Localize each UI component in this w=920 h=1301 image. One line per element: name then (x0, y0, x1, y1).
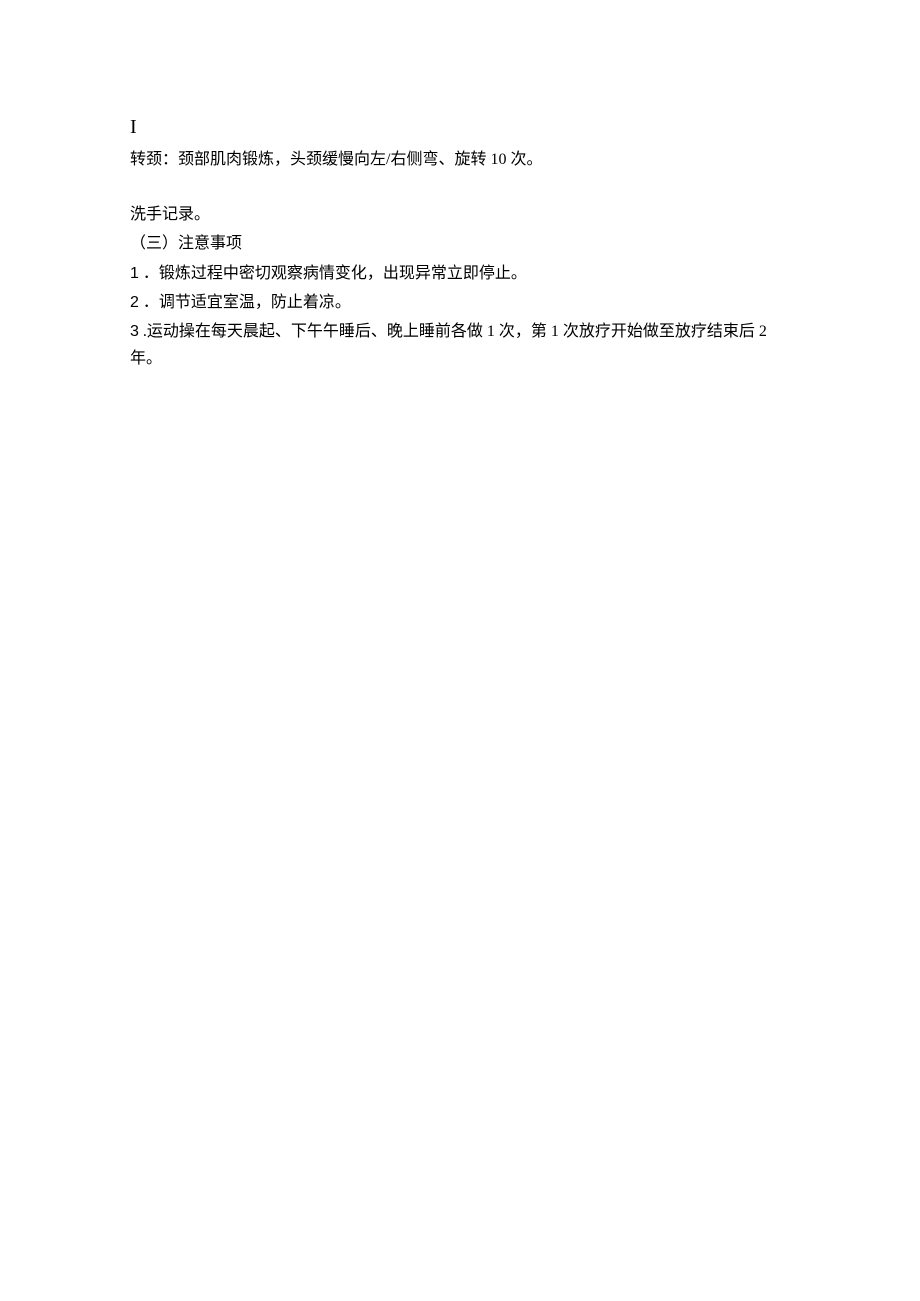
item-text: 调节适宜室温，防止着凉。 (159, 294, 351, 311)
item-text: 运动操在每天晨起、下午午睡后、晚上睡前各做 1 次，第 1 次放疗开始做至放疗结… (130, 323, 767, 367)
item-sep: ． (139, 265, 159, 282)
paragraph-handwash: 洗手记录。 (130, 201, 790, 228)
precaution-item-2: 2 ．调节适宜室温，防止着凉。 (130, 289, 790, 316)
precaution-item-1: 1 ．锻炼过程中密切观察病情变化，出现异常立即停止。 (130, 260, 790, 287)
item-sep: ． (139, 294, 159, 311)
item-text: 锻炼过程中密切观察病情变化，出现异常立即停止。 (159, 265, 527, 282)
item-sep: . (139, 323, 147, 340)
spacer (130, 175, 790, 201)
section-header-precautions: （三）注意事项 (130, 230, 790, 257)
item-number: 1 (130, 265, 139, 282)
precaution-item-3: 3 .运动操在每天晨起、下午午睡后、晚上睡前各做 1 次，第 1 次放疗开始做至… (130, 318, 790, 372)
item-number: 2 (130, 294, 139, 311)
section-marker: I (130, 110, 790, 144)
paragraph-neck-rotation: 转颈：颈部肌肉锻炼，头颈缓慢向左/右侧弯、旋转 10 次。 (130, 146, 790, 173)
item-number: 3 (130, 323, 139, 340)
